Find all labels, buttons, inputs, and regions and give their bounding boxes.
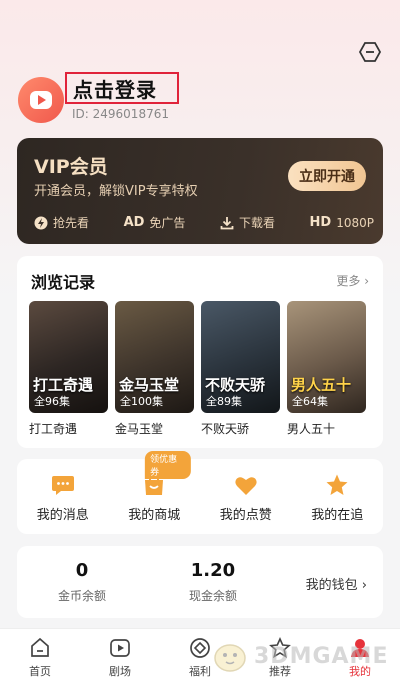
- action-label: 我的商城: [128, 508, 181, 523]
- history-list: 打工奇遇 全96集 打工奇遇 金马玉堂 全100集 金马玉堂 不败天骄 全89集…: [29, 301, 366, 437]
- history-more-link[interactable]: 更多 ›: [336, 272, 369, 289]
- perk-label: 1080P: [336, 215, 374, 230]
- star-icon: [324, 473, 350, 497]
- tab-theater[interactable]: 剧场: [80, 629, 160, 689]
- watermark-text: 3DMGAME: [254, 643, 389, 669]
- perk-early-watch: 抢先看: [34, 214, 89, 231]
- watermark-logo-icon: [214, 644, 246, 672]
- watermark: 3DMGAME: [210, 636, 388, 676]
- cash-balance[interactable]: 1.20 现金余额: [158, 560, 268, 604]
- tab-home[interactable]: 首页: [0, 629, 80, 689]
- cash-value: 1.20: [190, 560, 236, 581]
- poster-title: 金马玉堂: [115, 422, 164, 436]
- perk-label: 抢先看: [53, 216, 90, 230]
- poster-title-art: 男人五十: [291, 376, 352, 394]
- perk-label: 免广告: [149, 216, 186, 230]
- chevron-right-icon: ›: [364, 274, 369, 288]
- episode-count: 全96集: [34, 395, 70, 408]
- history-section: 浏览记录 更多 › 打工奇遇 全96集 打工奇遇 金马玉堂 全100集 金马玉堂…: [17, 256, 383, 448]
- coupon-badge: 领优惠券: [145, 451, 191, 479]
- action-following[interactable]: 我的在追: [292, 459, 384, 534]
- avatar-play-icon: [30, 91, 52, 109]
- login-button[interactable]: 点击登录: [65, 72, 179, 104]
- history-item[interactable]: 打工奇遇 全96集 打工奇遇: [29, 301, 108, 437]
- wallet-link-label: 我的钱包: [305, 578, 358, 593]
- tab-label: 福利: [189, 665, 211, 678]
- history-title: 浏览记录: [31, 273, 96, 292]
- tab-label: 首页: [29, 665, 51, 678]
- avatar[interactable]: [18, 77, 64, 123]
- vip-card[interactable]: VIP会员 开通会员，解锁VIP专享特权 立即开通 抢先看 AD 免广告 下载看…: [17, 138, 383, 244]
- poster-title: 男人五十: [287, 422, 336, 436]
- coins-balance[interactable]: 0 金币余额: [27, 560, 137, 604]
- hd-icon: HD: [309, 215, 332, 230]
- chevron-right-icon: ›: [361, 578, 367, 593]
- poster-title: 打工奇遇: [29, 422, 78, 436]
- vip-open-button[interactable]: 立即开通: [288, 161, 366, 191]
- message-icon: [50, 473, 76, 497]
- tab-label: 剧场: [109, 665, 131, 678]
- vip-title: VIP会员: [34, 156, 108, 178]
- poster-image: 不败天骄 全89集: [201, 301, 280, 413]
- theater-icon: [109, 637, 131, 659]
- history-item[interactable]: 男人五十 全64集 男人五十: [287, 301, 366, 437]
- download-icon: [220, 216, 234, 229]
- quick-actions: 我的消息 领优惠券 我的商城 我的点赞 我的在追: [17, 451, 384, 534]
- perk-download: 下载看: [220, 214, 275, 231]
- settings-icon[interactable]: [358, 40, 382, 64]
- heart-icon: [233, 473, 259, 497]
- episode-count: 全100集: [120, 395, 163, 408]
- action-label: 我的点赞: [219, 508, 272, 523]
- ad-icon: AD: [123, 215, 145, 230]
- login-label: 点击登录: [73, 77, 157, 102]
- home-icon: [29, 637, 51, 659]
- perk-hd: HD 1080P: [310, 214, 374, 231]
- poster-image: 打工奇遇 全96集: [29, 301, 108, 413]
- perk-label: 下载看: [238, 216, 275, 230]
- coins-value: 0: [75, 560, 89, 581]
- poster-title-art: 不败天骄: [205, 376, 266, 394]
- user-id: ID: 2496018761: [72, 107, 169, 121]
- poster-image: 男人五十 全64集: [287, 301, 366, 413]
- action-likes[interactable]: 我的点赞: [200, 459, 292, 534]
- action-label: 我的在追: [311, 508, 364, 523]
- cash-label: 现金余额: [188, 589, 237, 603]
- episode-count: 全64集: [292, 395, 328, 408]
- perk-no-ads: AD 免广告: [124, 214, 186, 231]
- history-item[interactable]: 不败天骄 全89集 不败天骄: [201, 301, 280, 437]
- more-label: 更多: [336, 274, 361, 288]
- lightning-icon: [34, 216, 48, 229]
- poster-title: 不败天骄: [201, 422, 250, 436]
- gift-icon: [189, 637, 211, 659]
- action-messages[interactable]: 我的消息: [17, 459, 109, 534]
- action-shop[interactable]: 领优惠券 我的商城: [109, 451, 201, 534]
- episode-count: 全89集: [206, 395, 242, 408]
- history-item[interactable]: 金马玉堂 全100集 金马玉堂: [115, 301, 194, 437]
- poster-image: 金马玉堂 全100集: [115, 301, 194, 413]
- coins-label: 金币余额: [57, 589, 106, 603]
- wallet-section: 0 金币余额 1.20 现金余额 我的钱包 ›: [17, 546, 383, 618]
- action-label: 我的消息: [36, 508, 89, 523]
- vip-perks: 抢先看 AD 免广告 下载看 HD 1080P: [34, 214, 374, 231]
- vip-subtitle: 开通会员，解锁VIP专享特权: [34, 184, 198, 199]
- poster-title-art: 金马玉堂: [119, 376, 180, 394]
- wallet-link[interactable]: 我的钱包 ›: [306, 574, 367, 593]
- poster-title-art: 打工奇遇: [33, 376, 94, 394]
